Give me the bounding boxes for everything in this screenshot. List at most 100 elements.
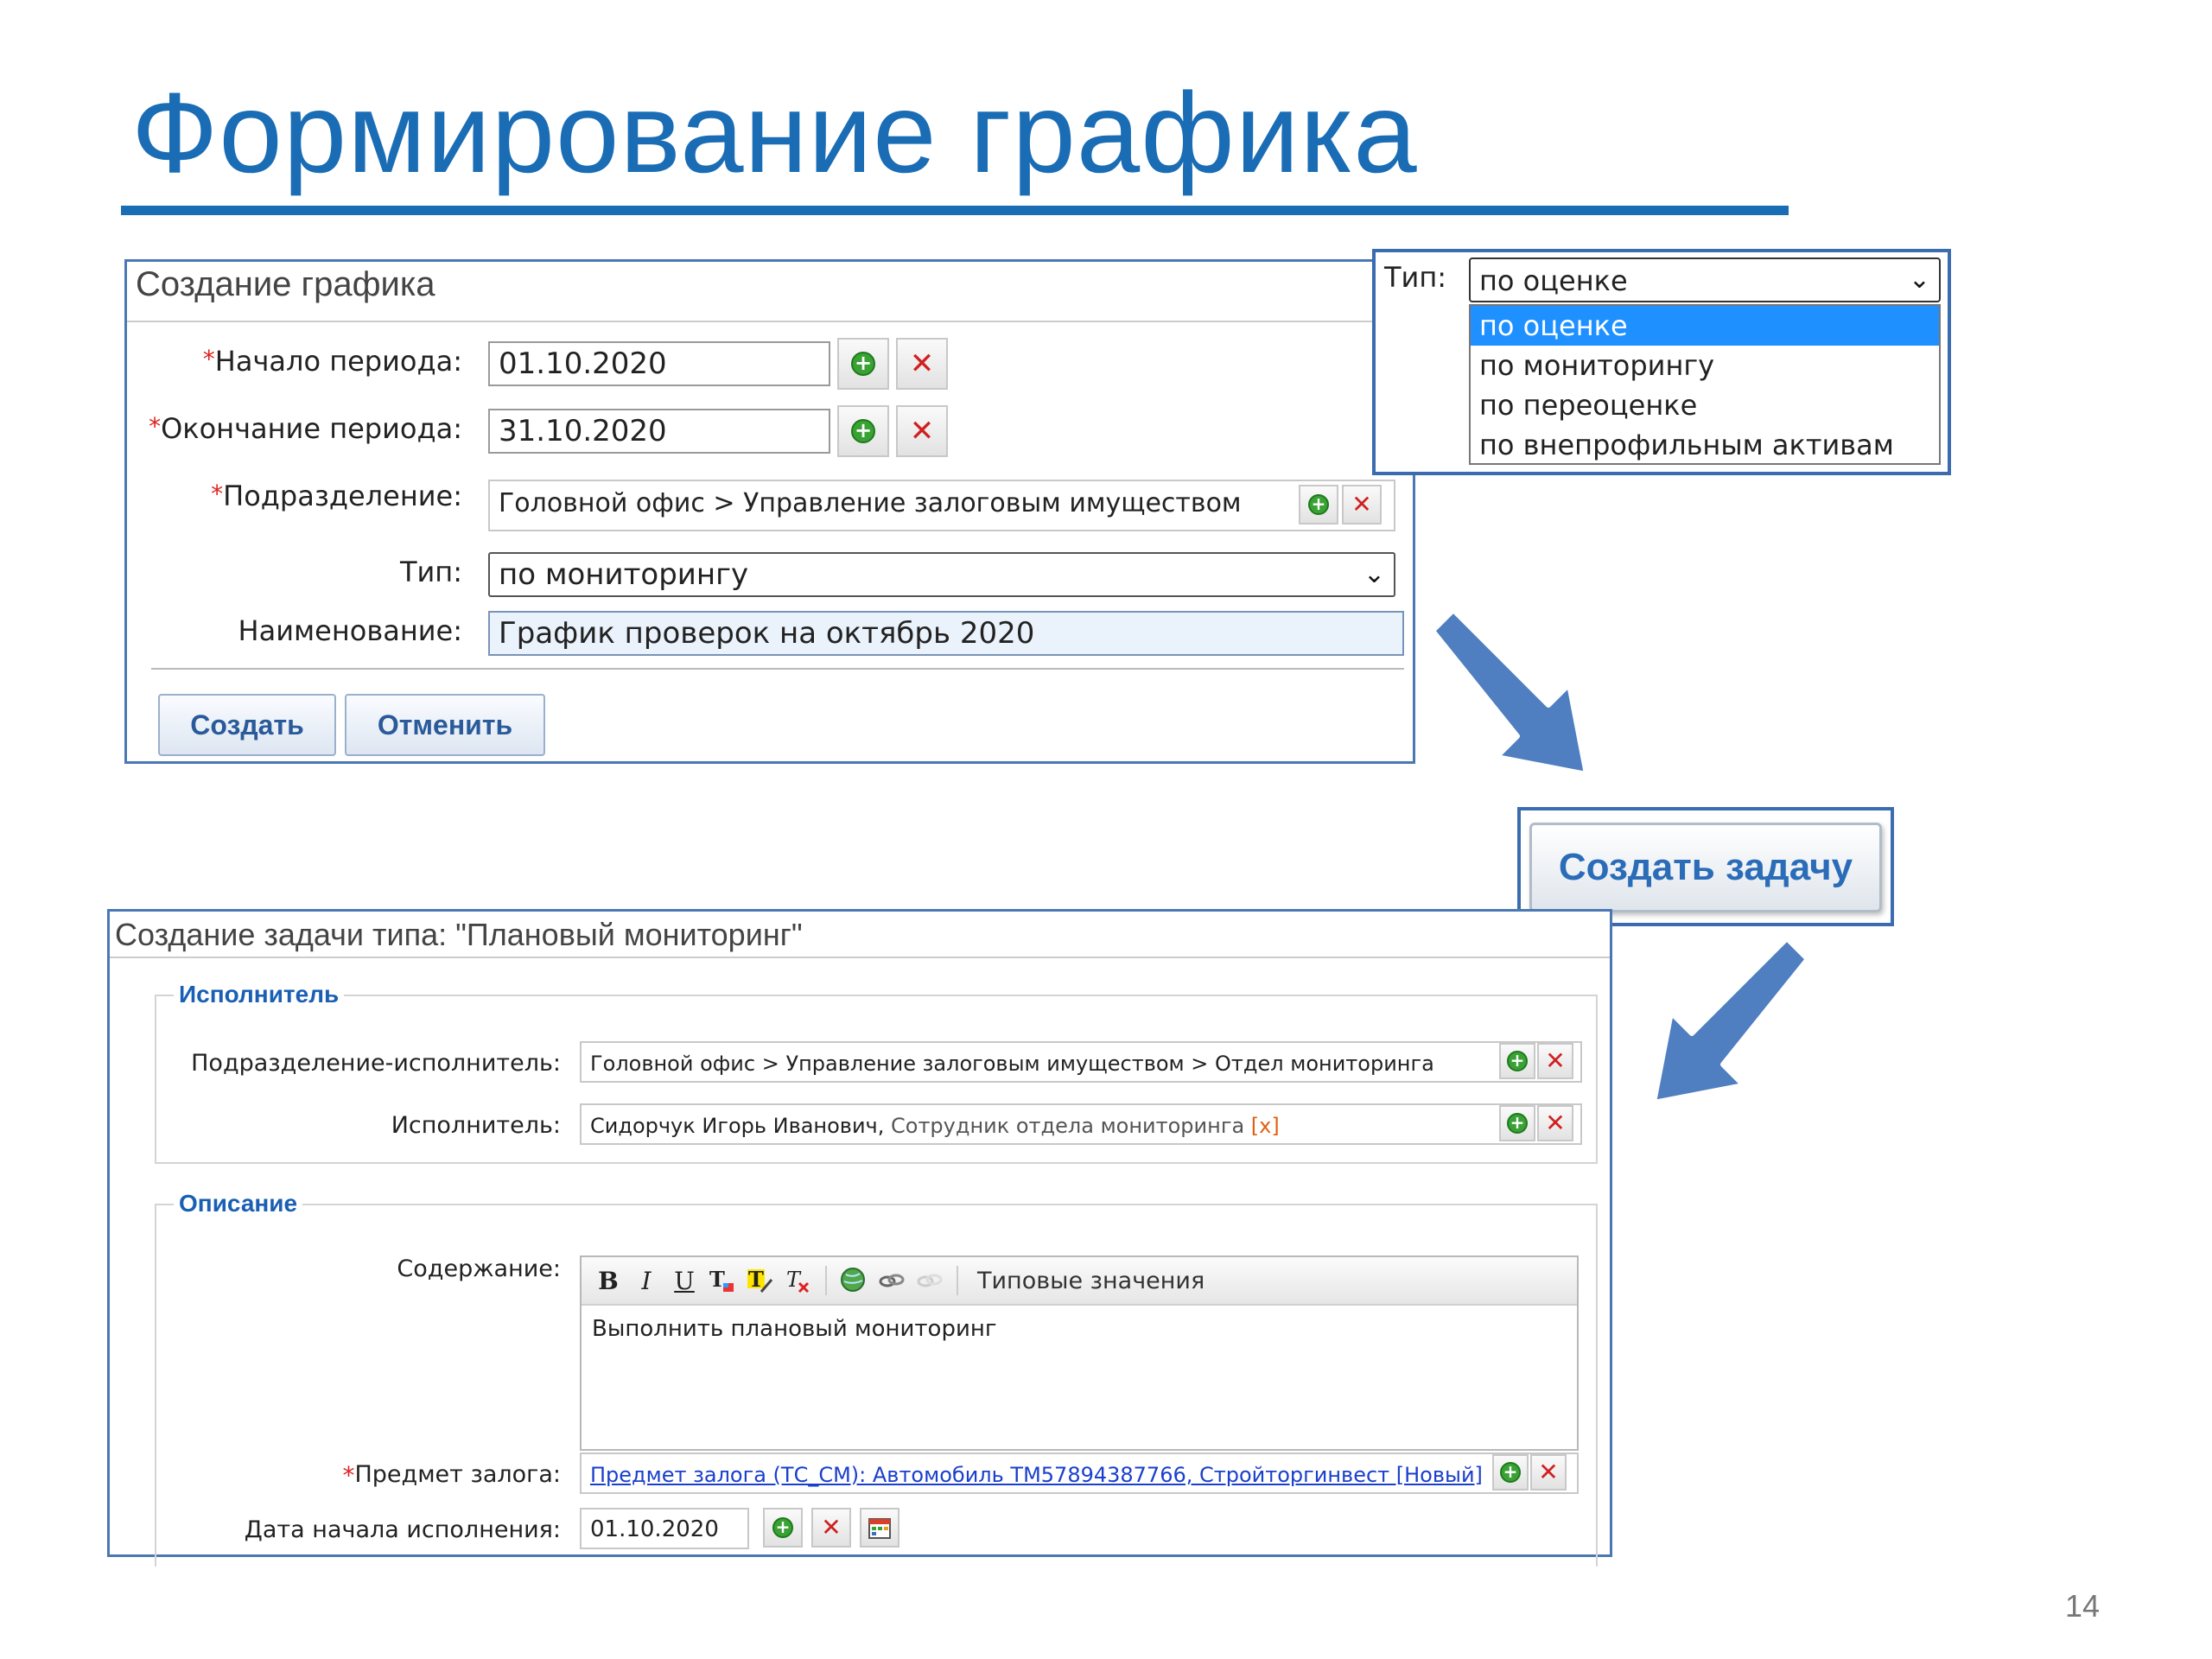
executor-remove-link[interactable]: [x] xyxy=(1251,1114,1280,1138)
plus-icon: + xyxy=(772,1517,793,1538)
link-icon[interactable] xyxy=(875,1263,908,1298)
executor-field[interactable]: Сидорчук Игорь Иванович, Сотрудник отдел… xyxy=(580,1103,1582,1145)
close-icon: ✕ xyxy=(1538,1458,1559,1486)
collateral-field[interactable]: Предмет залога (ТС_СМ): Автомобиль ТМ578… xyxy=(580,1452,1579,1494)
collateral-clear-button[interactable]: ✕ xyxy=(1530,1454,1567,1491)
schedule-form-title: Создание графика xyxy=(136,265,435,303)
insert-link-globe-icon[interactable] xyxy=(837,1263,870,1298)
start-date-input[interactable]: 01.10.2020 xyxy=(580,1508,749,1549)
executor-section-legend: Исполнитель xyxy=(174,981,345,1008)
task-form-title: Создание задачи типа: "Плановый монитори… xyxy=(115,917,803,952)
slide-number: 14 xyxy=(2064,1588,2100,1624)
period-end-input[interactable]: 31.10.2020 xyxy=(488,409,830,454)
dropdown-option[interactable]: по переоценке xyxy=(1471,385,1939,425)
close-icon: ✕ xyxy=(821,1513,842,1541)
period-start-clear-button[interactable]: ✕ xyxy=(896,338,948,390)
content-editor: B I U T T T Типовые значения Выполнить п… xyxy=(580,1255,1579,1451)
exec-department-field[interactable]: Головной офис > Управление залоговым иму… xyxy=(580,1041,1582,1083)
underline-icon[interactable]: U xyxy=(668,1263,701,1298)
dropdown-type-label: Тип: xyxy=(1384,261,1447,294)
type-select-value: по мониторингу xyxy=(499,557,749,592)
task-form-panel: Создание задачи типа: "Плановый монитори… xyxy=(107,909,1612,1567)
dropdown-selected-value: по оценке xyxy=(1479,264,1628,297)
unlink-icon[interactable] xyxy=(913,1263,946,1298)
close-icon: ✕ xyxy=(909,414,935,448)
chevron-down-icon: ⌄ xyxy=(1363,559,1385,589)
period-start-label: *Начало периода: xyxy=(202,345,462,378)
required-mark: * xyxy=(202,345,215,373)
close-icon: ✕ xyxy=(1545,1046,1566,1075)
toolbar-separator xyxy=(825,1266,827,1295)
period-end-add-button[interactable]: + xyxy=(837,405,889,457)
content-label: Содержание: xyxy=(397,1255,561,1282)
collateral-label: *Предмет залога: xyxy=(342,1461,561,1490)
highlight-icon[interactable]: T xyxy=(744,1263,777,1298)
templates-menu[interactable]: Типовые значения xyxy=(977,1268,1205,1294)
form-separator xyxy=(151,668,1404,670)
name-input[interactable]: График проверок на октябрь 2020 xyxy=(488,611,1404,656)
department-label: *Подразделение: xyxy=(211,480,462,512)
description-section-legend: Описание xyxy=(174,1190,303,1217)
start-date-clear-button[interactable]: ✕ xyxy=(811,1508,851,1548)
plus-icon: + xyxy=(851,419,875,443)
dropdown-option[interactable]: по внепрофильным активам xyxy=(1471,425,1939,465)
plus-icon: + xyxy=(851,352,875,376)
collateral-link[interactable]: Предмет залога (ТС_СМ): Автомобиль ТМ578… xyxy=(590,1463,1483,1487)
create-task-button[interactable]: Создать задачу xyxy=(1529,823,1882,912)
department-add-button[interactable]: + xyxy=(1299,485,1338,524)
period-start-input[interactable]: 01.10.2020 xyxy=(488,341,830,386)
collateral-add-button[interactable]: + xyxy=(1492,1454,1529,1491)
exec-department-add-button[interactable]: + xyxy=(1499,1043,1535,1079)
plus-icon: + xyxy=(1507,1113,1528,1134)
type-select[interactable]: по мониторингу ⌄ xyxy=(488,552,1395,597)
svg-text:T: T xyxy=(786,1268,802,1292)
executor-name: Сидорчук Игорь Иванович, xyxy=(590,1114,885,1138)
arrow-down-right-icon xyxy=(1430,607,1589,777)
start-date-add-button[interactable]: + xyxy=(763,1508,803,1548)
editor-toolbar: B I U T T T Типовые значения xyxy=(582,1257,1577,1306)
calendar-icon xyxy=(868,1518,891,1539)
department-field[interactable]: Головной офис > Управление залоговым иму… xyxy=(488,480,1395,531)
text-color-icon[interactable]: T xyxy=(706,1263,739,1298)
period-end-label: *Окончание периода: xyxy=(149,412,462,445)
dropdown-option[interactable]: по оценке xyxy=(1471,306,1939,346)
type-dropdown-panel: Тип: по оценке ⌄ по оценке по мониторинг… xyxy=(1372,249,1951,475)
plus-icon: + xyxy=(1500,1462,1521,1483)
cancel-button[interactable]: Отменить xyxy=(345,694,545,756)
exec-department-label: Подразделение-исполнитель: xyxy=(191,1050,561,1077)
content-text[interactable]: Выполнить плановый мониторинг xyxy=(582,1306,1577,1352)
title-separator xyxy=(127,321,1413,322)
title-underline xyxy=(121,206,1789,215)
clear-format-icon[interactable]: T xyxy=(782,1263,815,1298)
name-label: Наименование: xyxy=(238,614,462,647)
close-icon: ✕ xyxy=(1545,1109,1566,1137)
period-end-clear-button[interactable]: ✕ xyxy=(896,405,948,457)
bold-icon[interactable]: B xyxy=(592,1263,625,1298)
dropdown-options-list: по оценке по мониторингу по переоценке п… xyxy=(1469,304,1941,465)
title-separator xyxy=(110,957,1610,958)
department-clear-button[interactable]: ✕ xyxy=(1342,485,1382,524)
dropdown-type-select[interactable]: по оценке ⌄ xyxy=(1469,257,1941,302)
executor-label: Исполнитель: xyxy=(391,1112,561,1139)
arrow-down-left-icon xyxy=(1651,936,1810,1105)
create-button[interactable]: Создать xyxy=(158,694,336,756)
period-start-add-button[interactable]: + xyxy=(837,338,889,390)
schedule-form-panel: Создание графика *Начало периода: 01.10.… xyxy=(124,259,1415,764)
plus-icon: + xyxy=(1308,494,1329,515)
svg-text:T: T xyxy=(709,1267,725,1292)
calendar-button[interactable] xyxy=(860,1508,899,1548)
toolbar-separator xyxy=(957,1266,958,1295)
italic-icon[interactable]: I xyxy=(630,1263,663,1298)
chevron-down-icon: ⌄ xyxy=(1908,264,1930,295)
exec-department-clear-button[interactable]: ✕ xyxy=(1537,1043,1573,1079)
close-icon: ✕ xyxy=(1351,490,1372,518)
plus-icon: + xyxy=(1507,1051,1528,1071)
slide-title: Формирование графика xyxy=(131,69,1418,196)
executor-clear-button[interactable]: ✕ xyxy=(1537,1105,1573,1141)
executor-role: Сотрудник отдела мониторинга xyxy=(891,1114,1245,1138)
dropdown-option[interactable]: по мониторингу xyxy=(1471,346,1939,385)
start-date-label: Дата начала исполнения: xyxy=(244,1516,561,1543)
type-label: Тип: xyxy=(399,556,462,588)
executor-add-button[interactable]: + xyxy=(1499,1105,1535,1141)
svg-text:T: T xyxy=(748,1267,764,1292)
